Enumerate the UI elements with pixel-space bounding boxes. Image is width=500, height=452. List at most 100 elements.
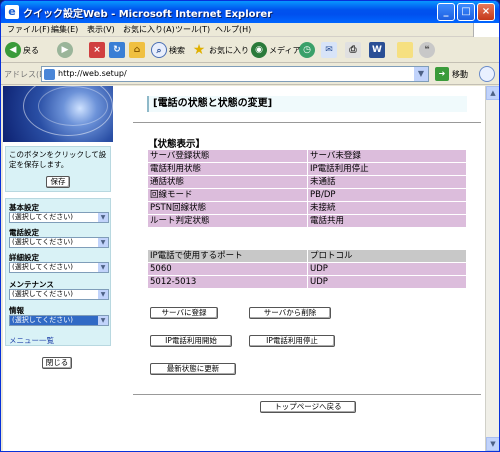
messenger-button[interactable]: ❝ bbox=[419, 41, 437, 59]
search-label: 検索 bbox=[169, 45, 185, 55]
port-cell: 5012-5013 bbox=[148, 276, 307, 288]
menu-edit[interactable]: 編集(E) bbox=[51, 24, 78, 35]
history-button[interactable]: ◷ bbox=[299, 41, 317, 59]
status-table: サーバ登録状態 サーバ未登録 電話利用状態 IP電話利用停止 通話状態 未通話 … bbox=[148, 150, 466, 228]
banner-ring bbox=[38, 86, 108, 126]
status-value: サーバ未登録 bbox=[308, 150, 466, 162]
ie-icon: e bbox=[5, 5, 19, 19]
vertical-scrollbar[interactable]: ▲ ▼ bbox=[485, 86, 499, 451]
favorites-button[interactable]: ★ お気に入り bbox=[191, 41, 249, 59]
scroll-down-icon[interactable]: ▼ bbox=[486, 437, 499, 451]
forward-button[interactable]: ▶ bbox=[57, 41, 75, 59]
chevron-down-icon: ▼ bbox=[98, 213, 108, 222]
port-cell: 5060 bbox=[148, 263, 307, 275]
refresh-icon: ↻ bbox=[109, 42, 125, 58]
save-hint: このボタンをクリックして設定を保存します。 bbox=[9, 150, 107, 169]
menu-list-link[interactable]: メニュー一覧 bbox=[9, 335, 54, 346]
chevron-down-icon: ▼ bbox=[98, 290, 108, 299]
history-icon: ◷ bbox=[299, 42, 315, 58]
select-info-value: (選択してください) bbox=[12, 316, 74, 324]
word-icon: W bbox=[369, 42, 385, 58]
status-label: サーバ登録状態 bbox=[148, 150, 307, 162]
back-button[interactable]: ◀ 戻る bbox=[5, 41, 39, 59]
status-value: 電話共用 bbox=[308, 215, 466, 227]
menu-view[interactable]: 表示(V) bbox=[87, 24, 115, 35]
select-maintenance[interactable]: (選択してください) ▼ bbox=[9, 289, 109, 300]
status-value: 未通話 bbox=[308, 176, 466, 188]
menu-file[interactable]: ファイル(F) bbox=[7, 24, 50, 35]
page-icon bbox=[44, 69, 55, 80]
menu-tools[interactable]: ツール(T) bbox=[175, 24, 210, 35]
star-icon: ★ bbox=[192, 42, 206, 58]
protocol-header: プロトコル bbox=[308, 250, 466, 262]
stop-button[interactable]: × bbox=[89, 41, 107, 59]
menu-bar: ファイル(F) 編集(E) 表示(V) お気に入り(A) ツール(T) ヘルプ(… bbox=[1, 23, 499, 37]
select-info[interactable]: (選択してください) ▼ bbox=[9, 315, 109, 326]
title-bar: e クイック設定Web - Microsoft Internet Explore… bbox=[1, 1, 499, 23]
port-table: IP電話で使用するポート プロトコル 5060 UDP 5012-5013 UD… bbox=[148, 250, 466, 289]
save-box: このボタンをクリックして設定を保存します。 保存 bbox=[5, 146, 111, 192]
table-row: 通話状態 未通話 bbox=[148, 176, 466, 188]
title-divider bbox=[133, 122, 481, 123]
save-button[interactable]: 保存 bbox=[46, 176, 70, 188]
status-value: PB/DP bbox=[308, 189, 466, 201]
back-label: 戻る bbox=[23, 45, 39, 55]
forward-arrow-icon: ▶ bbox=[57, 42, 73, 58]
select-basic[interactable]: (選択してください) ▼ bbox=[9, 212, 109, 223]
main-content: [電話の状態と状態の変更] 【状態表示】 サーバ登録状態 サーバ未登録 電話利用… bbox=[113, 86, 485, 451]
go-button[interactable]: ➜ 移動 bbox=[435, 67, 468, 81]
chat-bubble-icon: ❝ bbox=[419, 42, 435, 58]
search-button[interactable]: ⌕ 検索 bbox=[151, 41, 185, 59]
select-basic-value: (選択してください) bbox=[12, 213, 74, 221]
go-label: 移動 bbox=[452, 69, 468, 79]
select-phone-value: (選択してください) bbox=[12, 238, 74, 246]
banner-image bbox=[3, 86, 113, 142]
close-button[interactable]: × bbox=[477, 3, 495, 21]
chevron-down-icon: ▼ bbox=[98, 238, 108, 247]
stop-ip-phone-button[interactable]: IP電話利用停止 bbox=[249, 335, 335, 347]
page-viewport: このボタンをクリックして設定を保存します。 保存 基本設定 (選択してください)… bbox=[3, 86, 485, 451]
home-button[interactable]: ⌂ bbox=[129, 41, 147, 59]
page-title: [電話の状態と状態の変更] bbox=[147, 96, 467, 112]
address-input[interactable]: http://web.setup/ ▼ bbox=[41, 66, 429, 82]
mail-icon: ✉ bbox=[321, 42, 337, 58]
maximize-button[interactable]: □ bbox=[457, 3, 475, 21]
mail-button[interactable]: ✉ bbox=[321, 41, 339, 59]
media-label: メディア bbox=[269, 45, 301, 55]
menu-help[interactable]: ヘルプ(H) bbox=[215, 24, 251, 35]
port-header: IP電話で使用するポート bbox=[148, 250, 307, 262]
bottom-divider bbox=[133, 394, 481, 395]
media-button[interactable]: ◉ メディア bbox=[251, 41, 300, 59]
address-dropdown-icon[interactable]: ▼ bbox=[414, 67, 428, 81]
minimize-button[interactable]: _ bbox=[437, 3, 455, 21]
scroll-up-icon[interactable]: ▲ bbox=[486, 86, 499, 100]
table-row: 5060 UDP bbox=[148, 263, 466, 275]
start-ip-phone-button[interactable]: IP電話利用開始 bbox=[150, 335, 232, 347]
chevron-down-icon: ▼ bbox=[98, 263, 108, 272]
discuss-button[interactable] bbox=[397, 41, 415, 59]
links-icon[interactable] bbox=[479, 66, 495, 82]
refresh-button[interactable]: ↻ bbox=[109, 41, 127, 59]
status-label: 回線モード bbox=[148, 189, 307, 201]
status-label: 通話状態 bbox=[148, 176, 307, 188]
register-server-button[interactable]: サーバに登録 bbox=[150, 307, 218, 319]
refresh-status-button[interactable]: 最新状態に更新 bbox=[150, 363, 236, 375]
select-maintenance-value: (選択してください) bbox=[12, 290, 74, 298]
status-value: IP電話利用停止 bbox=[308, 163, 466, 175]
status-label: 電話利用状態 bbox=[148, 163, 307, 175]
window-title: クイック設定Web - Microsoft Internet Explorer bbox=[23, 9, 273, 20]
back-arrow-icon: ◀ bbox=[5, 42, 21, 58]
status-section-title: 【状態表示】 bbox=[148, 139, 206, 150]
table-row: ルート判定状態 電話共用 bbox=[148, 215, 466, 227]
select-detail[interactable]: (選択してください) ▼ bbox=[9, 262, 109, 273]
select-phone[interactable]: (選択してください) ▼ bbox=[9, 237, 109, 248]
unregister-server-button[interactable]: サーバから削除 bbox=[249, 307, 331, 319]
close-window-button[interactable]: 閉じる bbox=[42, 357, 72, 369]
back-to-top-button[interactable]: トップページへ戻る bbox=[260, 401, 356, 413]
protocol-cell: UDP bbox=[308, 263, 466, 275]
go-arrow-icon: ➜ bbox=[435, 67, 449, 81]
print-button[interactable]: ⎙ bbox=[345, 41, 363, 59]
table-row: 電話利用状態 IP電話利用停止 bbox=[148, 163, 466, 175]
edit-button[interactable]: W bbox=[369, 41, 387, 59]
menu-favorites[interactable]: お気に入り(A) bbox=[123, 24, 175, 35]
